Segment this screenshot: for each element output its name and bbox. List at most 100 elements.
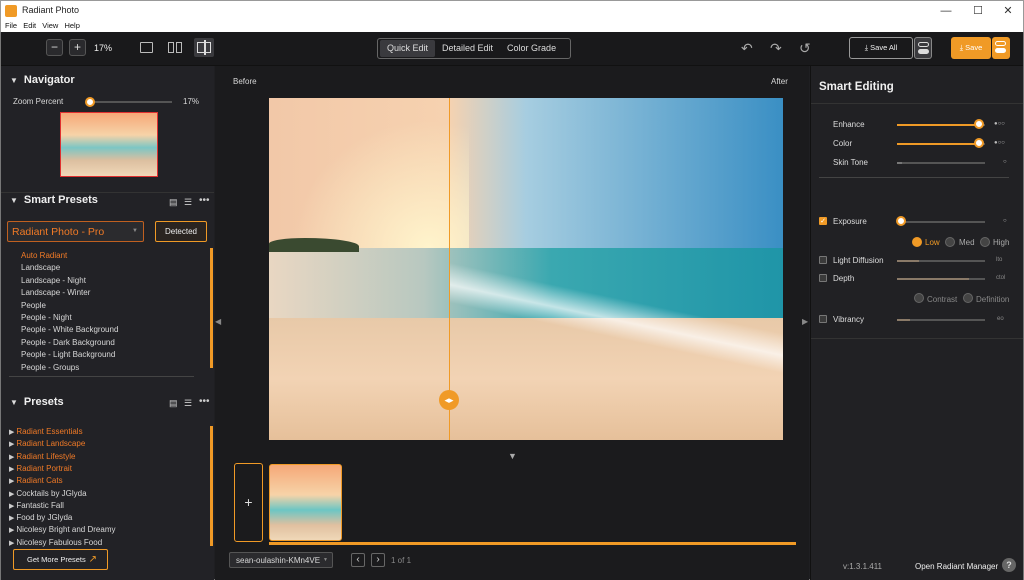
smart-list-scrollbar[interactable] <box>210 248 213 368</box>
menu-view[interactable]: View <box>42 20 58 31</box>
right-panel: Smart Editing Enhance ●○○ Color ●○○ Skin… <box>810 66 1023 580</box>
preset-group-item[interactable]: ▶ Radiant Essentials <box>9 427 83 436</box>
more-options-icon[interactable]: ••• <box>199 396 210 407</box>
preset-group-item[interactable]: ▶ Fantastic Fall <box>9 501 64 510</box>
tab-detailed-edit[interactable]: Detailed Edit <box>435 40 500 57</box>
color-knob[interactable] <box>974 138 984 148</box>
smart-preset-item[interactable]: People - Dark Background <box>21 338 115 347</box>
depth-contrast-radio[interactable] <box>914 293 924 303</box>
preset-group-label: Food by JGlyda <box>16 513 73 523</box>
navigator-header[interactable]: ▼ Navigator <box>10 74 75 86</box>
smart-preset-item[interactable]: People - Groups <box>21 363 79 372</box>
side-by-side-icon[interactable] <box>168 42 182 53</box>
depth-definition-radio[interactable] <box>963 293 973 303</box>
preset-group-item[interactable]: ▶ Radiant Portrait <box>9 464 72 473</box>
smart-preset-item[interactable]: Landscape <box>21 263 60 272</box>
preset-group-item[interactable]: ▶ Nicolesy Bright and Dreamy <box>9 525 115 534</box>
grid-view-icon[interactable]: ▤ <box>169 398 178 409</box>
vibrancy-checkbox[interactable] <box>819 315 827 323</box>
presets-header[interactable]: ▼ Presets <box>10 396 64 408</box>
single-view-icon[interactable] <box>140 42 153 53</box>
exposure-med-radio[interactable] <box>945 237 955 247</box>
smart-preset-item[interactable]: Landscape - Night <box>21 276 86 285</box>
smart-preset-item[interactable]: Landscape - Winter <box>21 288 90 297</box>
photo-canvas[interactable]: ◂▸ <box>269 98 783 440</box>
preset-group-label: Cocktails by JGlyda <box>16 488 87 498</box>
filmstrip-toggle-icon[interactable]: ▼ <box>508 451 517 461</box>
vibrancy-slider[interactable] <box>897 319 985 321</box>
save-button[interactable]: ⤓ Save <box>951 37 991 59</box>
save-all-button[interactable]: ⤓ Save All <box>849 37 913 59</box>
skin-tone-label: Skin Tone <box>833 158 868 167</box>
split-divider[interactable] <box>449 98 450 440</box>
zoom-percent-slider[interactable] <box>90 101 172 103</box>
filename-dropdown[interactable]: sean-oulashin-KMn4VE ▼ <box>229 552 333 568</box>
preset-list-scrollbar[interactable] <box>210 426 213 546</box>
undo-icon[interactable]: ↶ <box>741 40 753 57</box>
collapse-triangle-icon: ▼ <box>10 398 18 407</box>
zoom-percent-knob[interactable] <box>85 97 95 107</box>
split-view-button[interactable] <box>194 38 214 57</box>
zoom-in-button[interactable]: + <box>69 39 86 56</box>
preset-group-label: Radiant Lifestyle <box>16 451 76 461</box>
preset-group-item[interactable]: ▶ Radiant Lifestyle <box>9 452 75 461</box>
preset-group-item[interactable]: ▶ Food by JGlyda <box>9 513 72 522</box>
navigator-thumbnail[interactable] <box>60 112 158 177</box>
smart-preset-item[interactable]: Auto Radiant <box>21 251 67 260</box>
save-options-toggle[interactable] <box>992 37 1010 59</box>
preset-group-item[interactable]: ▶ Radiant Landscape <box>9 439 85 448</box>
smart-preset-item[interactable]: People - White Background <box>21 325 118 334</box>
open-radiant-manager-link[interactable]: Open Radiant Manager <box>915 562 998 571</box>
list-view-icon[interactable]: ☰ <box>184 197 192 208</box>
enhance-knob[interactable] <box>974 119 984 129</box>
tab-quick-edit[interactable]: Quick Edit <box>380 40 436 57</box>
smart-preset-item[interactable]: People - Night <box>21 313 72 322</box>
skin-tone-slider[interactable] <box>897 162 985 164</box>
more-options-icon[interactable]: ••• <box>199 195 210 206</box>
grid-view-icon[interactable]: ▤ <box>169 197 178 208</box>
get-more-presets-button[interactable]: Get More Presets ↗ <box>13 549 108 570</box>
prev-page-button[interactable]: ‹ <box>351 553 365 567</box>
minimize-button[interactable]: — <box>931 3 961 19</box>
preset-group-item[interactable]: ▶ Nicolesy Fabulous Food <box>9 538 102 547</box>
preset-group-label: Nicolesy Fabulous Food <box>16 537 103 547</box>
light-diffusion-checkbox[interactable] <box>819 256 827 264</box>
list-view-icon[interactable]: ☰ <box>184 398 192 409</box>
help-icon[interactable]: ? <box>1002 558 1016 572</box>
left-panel-collapse-icon[interactable]: ◀ <box>215 317 221 326</box>
maximize-button[interactable]: ☐ <box>963 3 993 19</box>
save-all-options-toggle[interactable] <box>914 37 932 59</box>
zoom-value: 17% <box>94 43 113 53</box>
filmstrip-scrollbar[interactable] <box>269 542 796 545</box>
next-page-button[interactable]: › <box>371 553 385 567</box>
depth-checkbox[interactable] <box>819 274 827 282</box>
smart-preset-item[interactable]: People - Light Background <box>21 350 115 359</box>
preset-dropdown[interactable]: Radiant Photo - Pro ▼ <box>7 221 144 242</box>
split-handle-icon[interactable]: ◂▸ <box>439 390 459 410</box>
navigator-title: Navigator <box>23 74 75 86</box>
reset-icon[interactable]: ↺ <box>799 40 811 57</box>
exposure-checkbox[interactable]: ✓ <box>819 217 827 225</box>
preset-group-item[interactable]: ▶ Cocktails by JGlyda <box>9 489 87 498</box>
zoom-out-button[interactable]: − <box>46 39 63 56</box>
filmstrip-thumbnail[interactable] <box>269 464 342 541</box>
close-button[interactable]: ✕ <box>993 3 1023 19</box>
right-panel-collapse-icon[interactable]: ▶ <box>802 317 808 326</box>
exposure-knob[interactable] <box>896 216 906 226</box>
exposure-low-radio[interactable] <box>912 237 922 247</box>
exposure-slider[interactable] <box>897 221 985 223</box>
after-label: After <box>771 77 788 86</box>
exposure-high-radio[interactable] <box>980 237 990 247</box>
menu-edit[interactable]: Edit <box>23 20 36 31</box>
smart-preset-item[interactable]: People <box>21 301 46 310</box>
add-image-button[interactable]: + <box>234 463 263 542</box>
detected-button[interactable]: Detected <box>155 221 207 242</box>
smart-presets-header[interactable]: ▼ Smart Presets <box>10 194 98 206</box>
tab-color-grade[interactable]: Color Grade <box>500 40 563 57</box>
preset-group-label: Radiant Cats <box>16 476 63 486</box>
menu-file[interactable]: File <box>5 20 17 31</box>
preset-group-item[interactable]: ▶ Radiant Cats <box>9 476 63 485</box>
smart-editing-title: Smart Editing <box>819 81 894 93</box>
menu-help[interactable]: Help <box>64 20 79 31</box>
redo-icon[interactable]: ↷ <box>770 40 782 57</box>
